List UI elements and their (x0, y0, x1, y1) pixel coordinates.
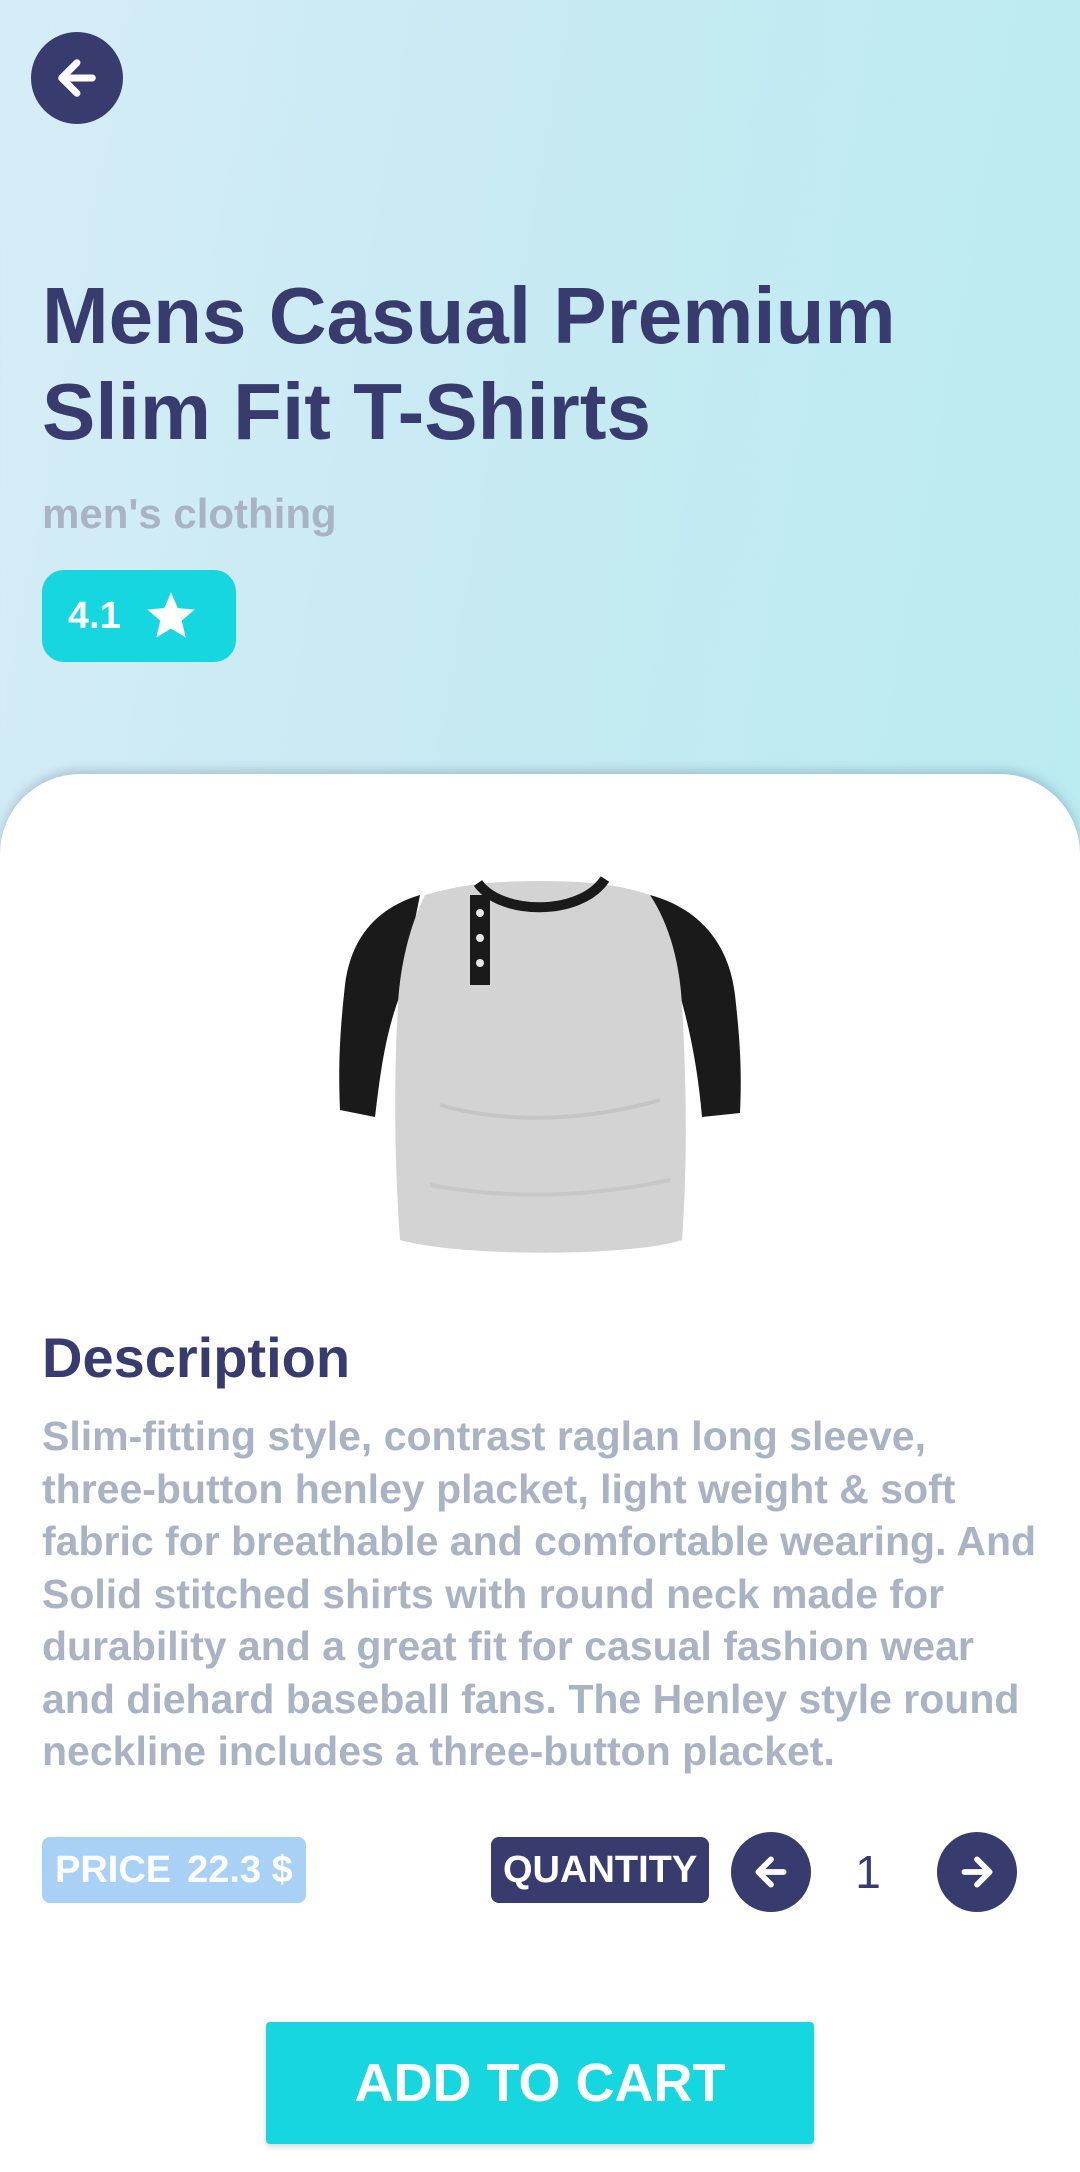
quantity-label: QUANTITY (491, 1837, 710, 1903)
star-icon (147, 592, 195, 638)
rating-value: 4.1 (68, 594, 121, 637)
arrow-left-icon (58, 59, 96, 97)
description-heading: Description (42, 1326, 351, 1389)
add-to-cart-button[interactable]: ADD TO CART (266, 2022, 814, 2144)
price-badge: PRICE 22.3 $ (42, 1837, 306, 1903)
rating-badge: 4.1 (42, 570, 236, 662)
description-text: Slim-fitting style, contrast raglan long… (42, 1413, 1037, 1774)
increase-quantity-button[interactable] (937, 1832, 1017, 1912)
product-title: Mens Casual Premium Slim Fit T-Shirts (42, 271, 896, 456)
price-value: 22.3 $ (187, 1849, 293, 1891)
quantity-value: 1 (855, 1846, 881, 1898)
back-button[interactable] (31, 32, 123, 124)
decrease-quantity-button[interactable] (731, 1832, 811, 1912)
product-category: men's clothing (42, 490, 337, 537)
arrow-left-icon (755, 1856, 787, 1888)
price-label: PRICE (55, 1849, 172, 1891)
product-image (339, 875, 741, 1253)
arrow-right-icon (961, 1856, 993, 1888)
